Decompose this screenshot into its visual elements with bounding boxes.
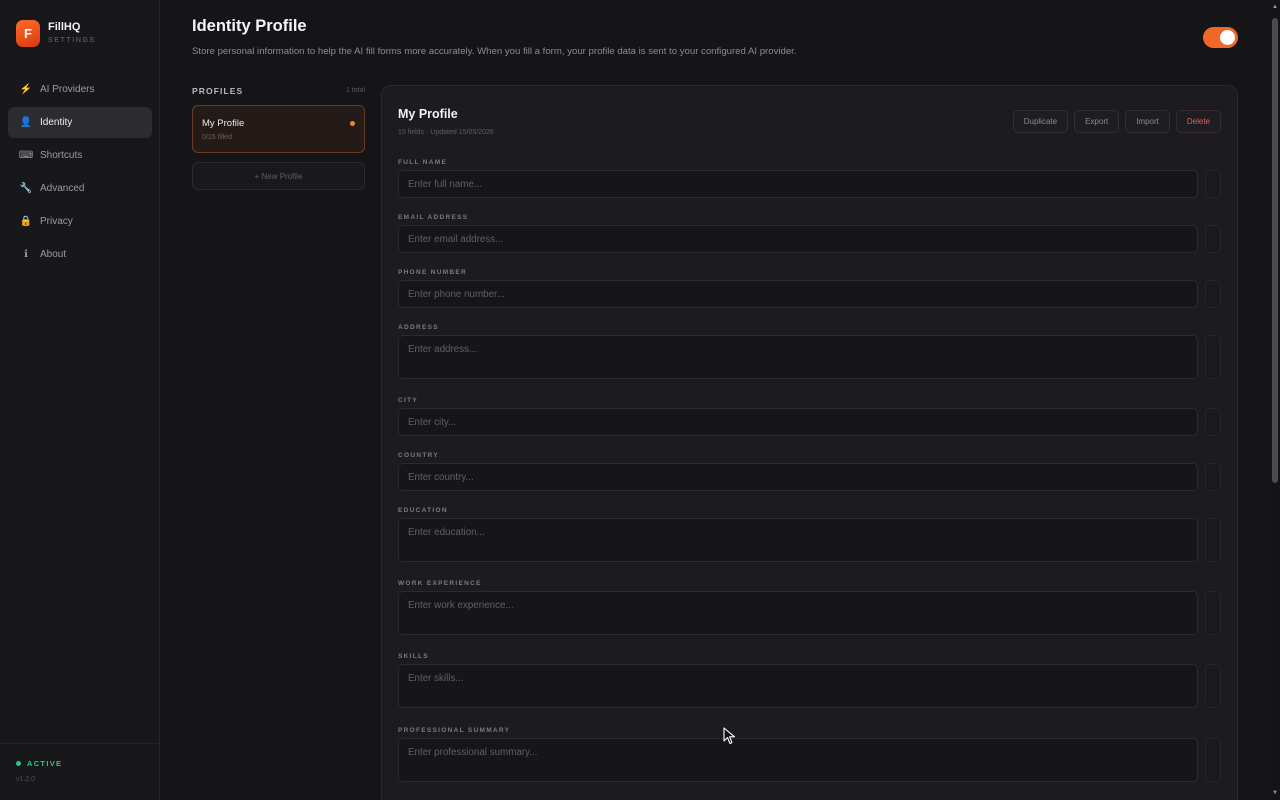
field-full-name: FULL NAME Enter full name... (398, 158, 1221, 198)
sidebar: F FillHQ SETTINGS ⚡ AI Providers 👤 Ident… (0, 0, 160, 800)
sidebar-item-label: Advanced (40, 183, 85, 194)
field-work-experience: WORK EXPERIENCE Enter work experience... (398, 579, 1221, 635)
page-description: Store personal information to help the A… (192, 46, 797, 57)
sidebar-item-shortcuts[interactable]: ⌨ Shortcuts (8, 140, 152, 171)
skills-input[interactable]: Enter skills... (398, 664, 1198, 708)
wrench-icon: 🔧 (19, 183, 33, 194)
sidebar-item-privacy[interactable]: 🔒 Privacy (8, 206, 152, 237)
sidebar-item-advanced[interactable]: 🔧 Advanced (8, 173, 152, 204)
import-button[interactable]: Import (1125, 110, 1170, 133)
status-dot-icon (16, 761, 21, 766)
field-city: CITY Enter city... (398, 396, 1221, 436)
info-icon: ℹ (24, 249, 28, 260)
field-professional-summary: PROFESSIONAL SUMMARY Enter professional … (398, 726, 1221, 782)
field-side-handle[interactable] (1205, 408, 1221, 436)
toggle-knob (1220, 30, 1235, 45)
status-text: ACTIVE (27, 759, 63, 768)
sidebar-item-label: AI Providers (40, 84, 95, 95)
profiles-heading: PROFILES (192, 86, 244, 96)
field-side-handle[interactable] (1205, 591, 1221, 635)
field-label: PROFESSIONAL SUMMARY (398, 727, 511, 734)
identity-enabled-toggle[interactable] (1203, 27, 1238, 48)
sidebar-item-label: About (40, 249, 67, 260)
field-side-handle[interactable] (1205, 335, 1221, 379)
work-experience-input[interactable]: Enter work experience... (398, 591, 1198, 635)
phone-input[interactable]: Enter phone number... (398, 280, 1198, 308)
sidebar-nav: ⚡ AI Providers 👤 Identity ⌨ Shortcuts 🔧 … (8, 74, 152, 272)
field-label: ADDRESS (398, 324, 439, 331)
sidebar-item-identity[interactable]: 👤 Identity (8, 107, 152, 138)
profile-actions: Duplicate Export Import Delete (1012, 110, 1221, 133)
active-indicator-dot (350, 121, 355, 126)
field-side-handle[interactable] (1205, 664, 1221, 708)
scroll-up-icon[interactable]: ▲ (1271, 2, 1279, 12)
export-button[interactable]: Export (1074, 110, 1120, 133)
app-version: v1.2.0 (16, 776, 36, 783)
field-label: EMAIL ADDRESS (398, 214, 469, 221)
country-input[interactable]: Enter country... (398, 463, 1198, 491)
field-side-handle[interactable] (1205, 280, 1221, 308)
field-address: ADDRESS Enter address... (398, 323, 1221, 379)
sidebar-item-label: Shortcuts (40, 150, 83, 161)
field-education: EDUCATION Enter education... (398, 506, 1221, 562)
profile-card[interactable]: My Profile 0/15 filled (192, 105, 365, 153)
app-logo: F (16, 20, 40, 47)
field-phone: PHONE NUMBER Enter phone number... (398, 268, 1221, 308)
city-input[interactable]: Enter city... (398, 408, 1198, 436)
field-label: COUNTRY (398, 452, 439, 459)
field-label: CITY (398, 397, 419, 404)
page-scrollbar[interactable]: ▲ ▼ (1270, 0, 1280, 800)
lock-icon: 🔒 (19, 216, 33, 227)
brand: F FillHQ SETTINGS (16, 20, 96, 47)
lightning-icon: ⚡ (19, 84, 33, 95)
field-label: SKILLS (398, 653, 429, 660)
sidebar-item-label: Identity (40, 117, 73, 128)
profile-title: My Profile (398, 107, 458, 121)
field-skills: SKILLS Enter skills... (398, 652, 1221, 708)
sidebar-footer: ACTIVE v1.2.0 (0, 743, 159, 800)
profile-name: My Profile (202, 118, 245, 129)
field-email: EMAIL ADDRESS Enter email address... (398, 213, 1221, 253)
field-side-handle[interactable] (1205, 463, 1221, 491)
scroll-down-icon[interactable]: ▼ (1271, 788, 1279, 798)
sidebar-item-label: Privacy (40, 216, 73, 227)
page-title: Identity Profile (192, 17, 307, 35)
mouse-cursor-icon (723, 727, 736, 745)
field-country: COUNTRY Enter country... (398, 451, 1221, 491)
email-input[interactable]: Enter email address... (398, 225, 1198, 253)
new-profile-button[interactable]: + New Profile (192, 162, 365, 190)
field-side-handle[interactable] (1205, 518, 1221, 562)
profile-meta: 15 fields · Updated 15/05/2026 (398, 129, 494, 136)
profile-filled-count: 0/15 filled (202, 134, 232, 141)
profile-editor-panel: My Profile 15 fields · Updated 15/05/202… (381, 85, 1238, 800)
field-side-handle[interactable] (1205, 170, 1221, 198)
scroll-thumb[interactable] (1272, 18, 1278, 483)
sidebar-item-ai-providers[interactable]: ⚡ AI Providers (8, 74, 152, 105)
profiles-count: 1 total (346, 87, 366, 94)
sidebar-item-about[interactable]: ℹ About (8, 239, 152, 270)
app-name: FillHQ (48, 21, 81, 33)
education-input[interactable]: Enter education... (398, 518, 1198, 562)
user-icon: 👤 (19, 117, 33, 128)
full-name-input[interactable]: Enter full name... (398, 170, 1198, 198)
field-label: WORK EXPERIENCE (398, 580, 482, 587)
field-label: EDUCATION (398, 507, 448, 514)
professional-summary-input[interactable]: Enter professional summary... (398, 738, 1198, 782)
keyboard-icon: ⌨ (18, 150, 34, 161)
status-badge: ACTIVE (16, 759, 62, 768)
field-label: PHONE NUMBER (398, 269, 468, 276)
app-subtitle: SETTINGS (48, 37, 96, 44)
field-label: FULL NAME (398, 159, 448, 166)
field-side-handle[interactable] (1205, 225, 1221, 253)
duplicate-button[interactable]: Duplicate (1012, 110, 1069, 133)
field-side-handle[interactable] (1205, 738, 1221, 782)
delete-button[interactable]: Delete (1175, 110, 1221, 133)
address-input[interactable]: Enter address... (398, 335, 1198, 379)
